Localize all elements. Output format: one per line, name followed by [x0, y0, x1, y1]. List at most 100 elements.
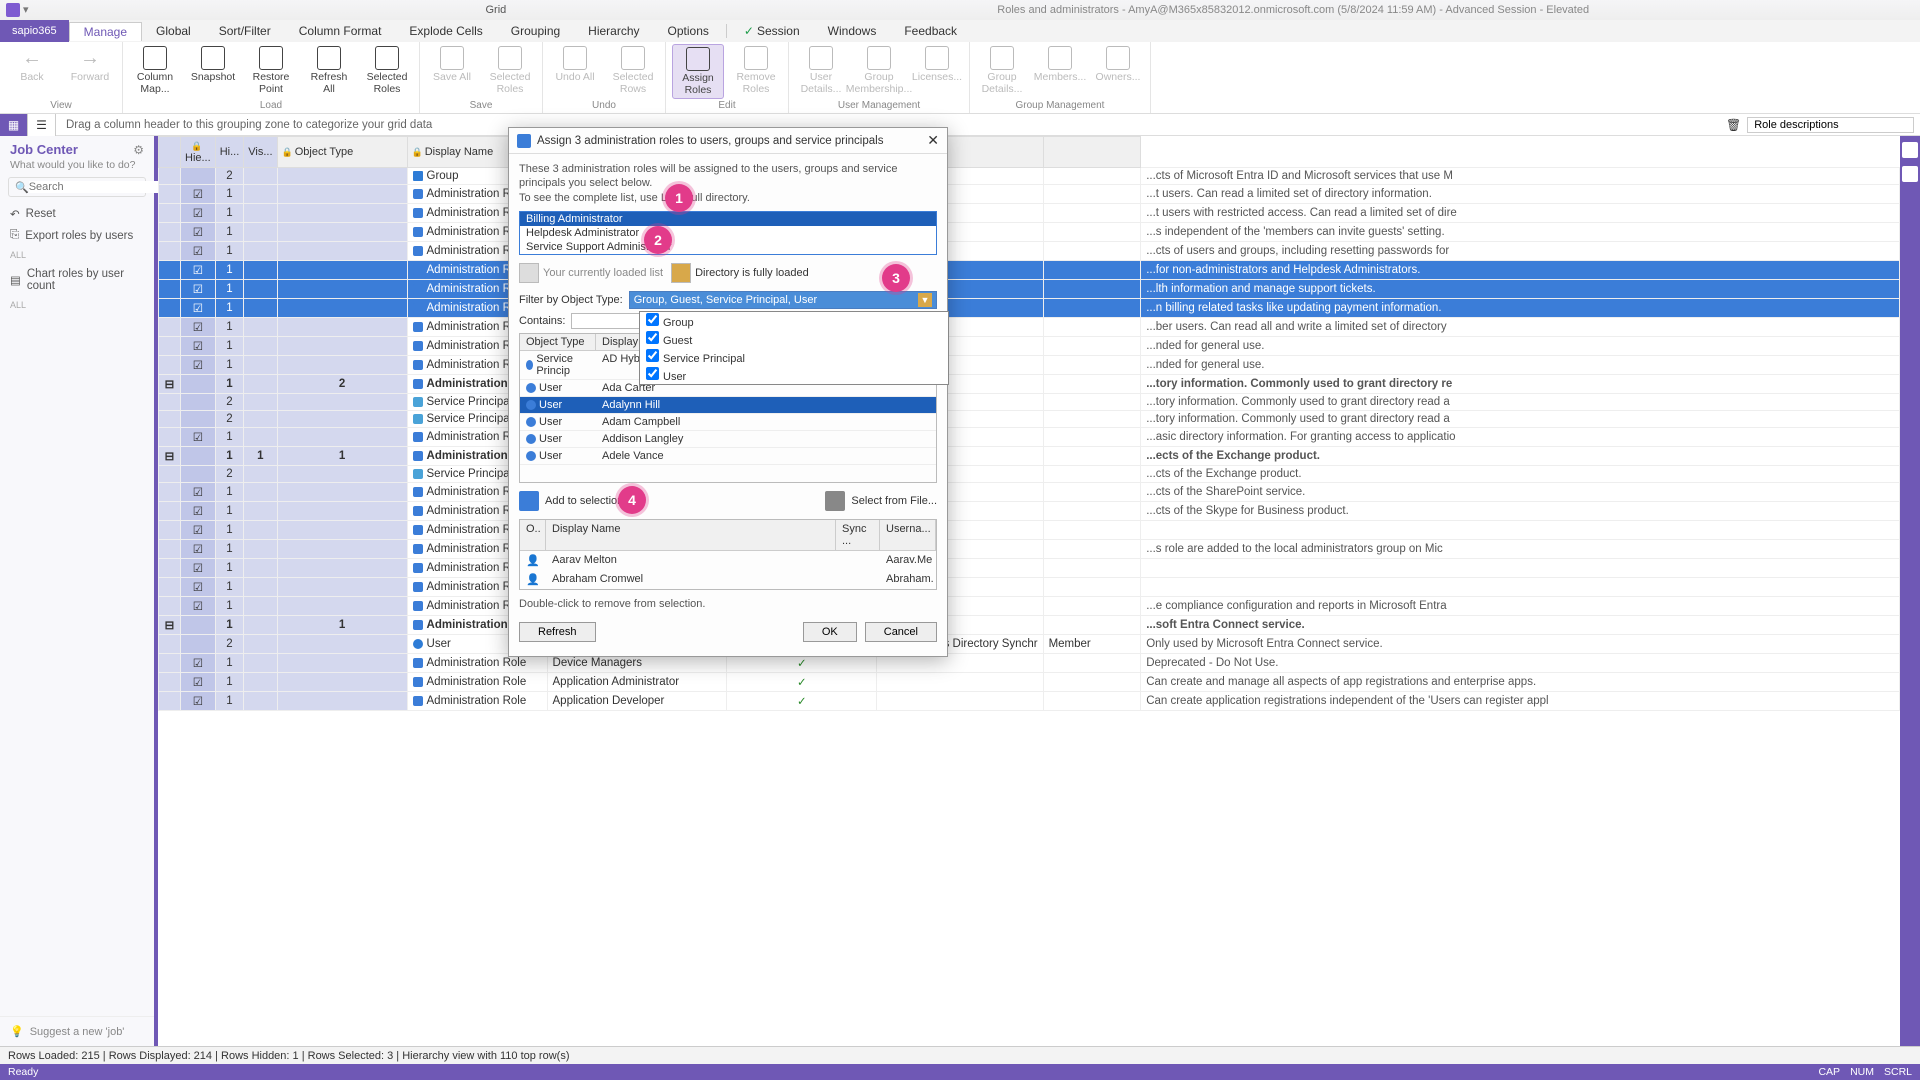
view-grid-icon[interactable]: ▦ — [0, 114, 28, 136]
table-row[interactable]: ☑ 1 Administration Role SharePoint Admin… — [159, 483, 1900, 502]
tab-sortfilter[interactable]: Sort/Filter — [205, 22, 285, 40]
table-row[interactable]: ☑ 1 Administration Role Service Support … — [159, 280, 1900, 299]
sel-col-sync[interactable]: Sync ... — [836, 520, 880, 550]
assign-roles-dialog: Assign 3 administration roles to users, … — [508, 127, 948, 657]
brand-tab[interactable]: sapio365 — [0, 20, 69, 42]
select-from-file-button[interactable]: Select from File... — [825, 491, 937, 511]
assign-roles-button[interactable]: Assign Roles — [672, 44, 724, 99]
table-row[interactable]: ☑ 1 Administration Role Helpdesk Adminis… — [159, 261, 1900, 280]
role-item[interactable]: Helpdesk Administrator — [520, 226, 936, 240]
table-row[interactable]: ☑ 1 Administration Role Device Users ✓ — [159, 521, 1900, 540]
pick-row[interactable]: UserAdele Vance — [520, 448, 936, 465]
cancel-button[interactable]: Cancel — [865, 622, 937, 642]
table-row[interactable]: ⊟ 1 1 Administration Role Directory Sync… — [159, 616, 1900, 635]
export-roles-button[interactable]: ⎘Export roles by users — [0, 225, 154, 246]
role-list[interactable]: Billing Administrator Helpdesk Administr… — [519, 211, 937, 255]
table-row[interactable]: ☑ 1 Administration Role Device Join ✓ — [159, 559, 1900, 578]
table-row[interactable]: 2 Service Principal Directory Readers ..… — [159, 411, 1900, 428]
table-row[interactable]: ⊟ 1 2 Administration Role Directory Read… — [159, 375, 1900, 394]
dd-guest[interactable]: Guest — [640, 330, 948, 348]
restore-button[interactable]: Restore Point — [245, 44, 297, 97]
dd-user[interactable]: User — [640, 366, 948, 384]
table-row[interactable]: ☑ 1 Administration Role User ✓ ...ber us… — [159, 318, 1900, 337]
qa-icon[interactable]: ▾ — [23, 3, 29, 17]
table-row[interactable]: ☑ 1 Administration Role Guest Inviter ✓ … — [159, 223, 1900, 242]
panel-selector[interactable] — [1747, 117, 1914, 133]
tab-feedback[interactable]: Feedback — [890, 22, 971, 40]
trash-icon[interactable]: 🗑 — [1726, 118, 1741, 132]
suggest-job[interactable]: 💡Suggest a new 'job' — [0, 1016, 154, 1046]
filter-dropdown[interactable]: Group Guest Service Principal User — [639, 311, 949, 385]
dd-sp[interactable]: Service Principal — [640, 348, 948, 366]
tab-global[interactable]: Global — [142, 22, 205, 40]
panel-icon-1[interactable] — [1902, 142, 1918, 158]
table-row[interactable]: ☑ 1 Administration Role Device Managers … — [159, 654, 1900, 673]
table-row[interactable]: ☑ 1 Administration Role Application Admi… — [159, 673, 1900, 692]
remove-roles-button: Remove Roles — [730, 44, 782, 97]
add-to-selection-button[interactable]: Add to selection — [519, 491, 623, 511]
colmap-button[interactable]: Column Map... — [129, 44, 181, 97]
table-row[interactable]: ☑ 1 Administration Role Workplace Device… — [159, 578, 1900, 597]
filter-combo[interactable]: Group, Guest, Service Principal, User▼ — [629, 291, 937, 309]
table-row[interactable]: ☑ 1 Administration Role Application Deve… — [159, 692, 1900, 711]
search-input[interactable] — [8, 177, 146, 197]
load-directory-button[interactable]: Directory is fully loaded — [671, 263, 809, 283]
col-vis[interactable]: Vis... — [244, 137, 277, 168]
table-row[interactable]: ☑ 1 Administration Role Partner Tier1 Su… — [159, 337, 1900, 356]
right-panel-handle[interactable] — [1900, 136, 1920, 1046]
tab-explode[interactable]: Explode Cells — [395, 22, 496, 40]
panel-icon-2[interactable] — [1902, 166, 1918, 182]
dd-group[interactable]: Group — [640, 312, 948, 330]
sel-row[interactable]: 👤Abraham CromwelAbraham. — [520, 570, 936, 589]
col-hi[interactable]: Hi... — [215, 137, 244, 168]
refresh-button[interactable]: Refresh — [519, 622, 596, 642]
col-hie[interactable]: Hie... — [181, 137, 216, 168]
col-objtype[interactable]: Object Type — [277, 137, 407, 168]
tab-manage[interactable]: Manage — [69, 22, 142, 41]
sel-row[interactable]: 👤Aarav MeltonAarav.Me — [520, 551, 936, 570]
table-row[interactable]: 2 Service Principal Directory Readers ..… — [159, 394, 1900, 411]
selroles-load-button[interactable]: Selected Roles — [361, 44, 413, 97]
table-row[interactable]: ☑ 1 Administration Role Directory Writer… — [159, 428, 1900, 447]
close-icon[interactable]: ✕ — [927, 132, 939, 149]
role-item[interactable]: Service Support Administrator — [520, 240, 936, 254]
sel-col-o[interactable]: O.. — [520, 520, 546, 550]
table-row[interactable]: ☑ 1 Administration Role Partner Tier2 Su… — [159, 356, 1900, 375]
tab-grouping[interactable]: Grouping — [497, 22, 574, 40]
grid[interactable]: Hie... Hi... Vis... Object Type Display … — [158, 136, 1900, 1046]
pick-row[interactable]: UserAdam Campbell — [520, 414, 936, 431]
table-row[interactable]: ☑ 1 Administration Role User Administrat… — [159, 242, 1900, 261]
chevron-down-icon[interactable]: ▼ — [918, 293, 932, 307]
table-row[interactable]: 2 Service Principal Exchange Administrat… — [159, 466, 1900, 483]
sel-col-user[interactable]: Userna... — [880, 520, 936, 550]
table-row[interactable]: 2 Group Global Administrator ...cts of M… — [159, 168, 1900, 185]
reset-button[interactable]: Reset — [0, 203, 154, 225]
table-row[interactable]: ☑ 1 Administration Role Billing Administ… — [159, 299, 1900, 318]
gear-icon[interactable] — [133, 143, 144, 157]
tab-hierarchy[interactable]: Hierarchy — [574, 22, 653, 40]
tab-windows[interactable]: Windows — [814, 22, 891, 40]
loaded-list-button[interactable]: Your currently loaded list — [519, 263, 663, 283]
table-row[interactable]: ☑ 1 Administration Role Restricted Guest… — [159, 204, 1900, 223]
table-row[interactable]: ⊟ 1 1 1 Administration Role Exchange Adm… — [159, 447, 1900, 466]
role-item[interactable]: Billing Administrator — [520, 212, 936, 226]
pick-row[interactable]: UserAdalynn Hill — [520, 397, 936, 414]
pick-col-ot[interactable]: Object Type — [520, 334, 596, 350]
group-undo-label: Undo — [549, 99, 659, 111]
table-row[interactable]: ☑ 1 Administration Role Compliance Admin… — [159, 597, 1900, 616]
sel-col-dn[interactable]: Display Name — [546, 520, 836, 550]
ok-button[interactable]: OK — [803, 622, 857, 642]
selection-table[interactable]: O.. Display Name Sync ... Userna... 👤Aar… — [519, 519, 937, 590]
view-list-icon[interactable]: ☰ — [28, 114, 56, 136]
pick-row[interactable]: UserAddison Langley — [520, 431, 936, 448]
table-row[interactable]: ☑ 1 Administration Role Guest User ✓ ...… — [159, 185, 1900, 204]
tab-options[interactable]: Options — [654, 22, 723, 40]
table-row[interactable]: 2 User Directory Synchronization Acc ✓ O… — [159, 635, 1900, 654]
tab-colformat[interactable]: Column Format — [285, 22, 396, 40]
table-row[interactable]: ☑ 1 Administration Role Skype for Busine… — [159, 502, 1900, 521]
snapshot-button[interactable]: Snapshot — [187, 44, 239, 86]
tab-session[interactable]: ✓Session — [730, 22, 814, 40]
chart-roles-button[interactable]: ▤Chart roles by user count — [0, 264, 154, 296]
refreshall-button[interactable]: Refresh All — [303, 44, 355, 97]
table-row[interactable]: ☑ 1 Administration Role Azure AD Joined … — [159, 540, 1900, 559]
